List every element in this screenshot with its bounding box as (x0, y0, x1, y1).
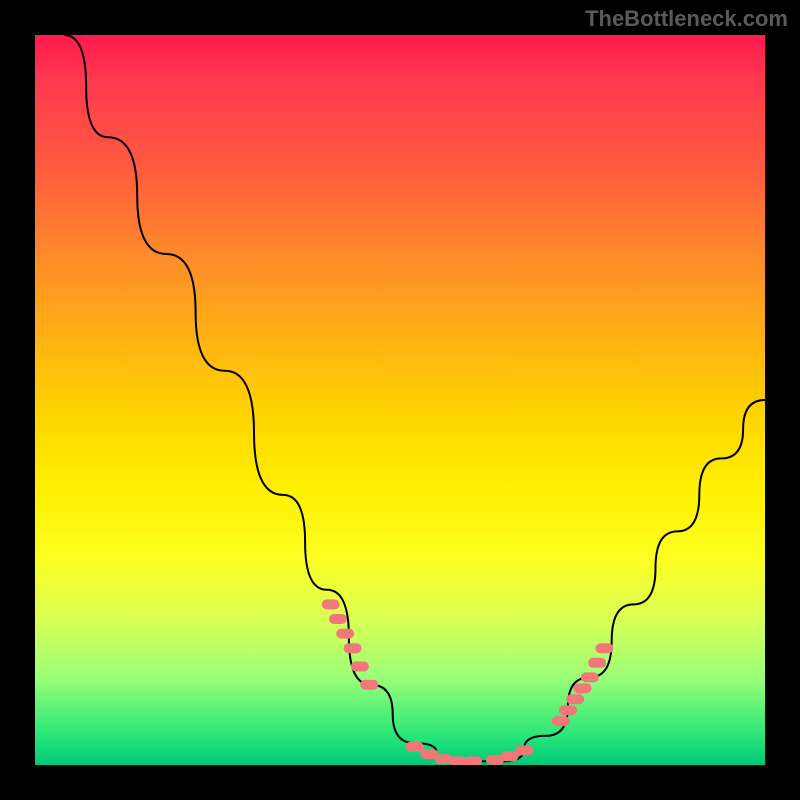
data-marker (360, 680, 378, 690)
data-marker (351, 661, 369, 671)
data-marker (566, 694, 584, 704)
data-marker (336, 629, 354, 639)
bottleneck-curve (64, 35, 765, 761)
plot-area (35, 35, 765, 765)
data-marker (574, 683, 592, 693)
data-marker (552, 716, 570, 726)
data-marker (595, 643, 613, 653)
data-markers (322, 599, 614, 765)
data-marker (344, 643, 362, 653)
data-marker (581, 672, 599, 682)
data-marker (329, 614, 347, 624)
data-marker (559, 705, 577, 715)
data-marker (322, 599, 340, 609)
data-marker (515, 745, 533, 755)
watermark-text: TheBottleneck.com (585, 6, 788, 32)
data-marker (464, 756, 482, 765)
chart-svg (35, 35, 765, 765)
data-marker (588, 658, 606, 668)
data-marker (406, 742, 424, 752)
